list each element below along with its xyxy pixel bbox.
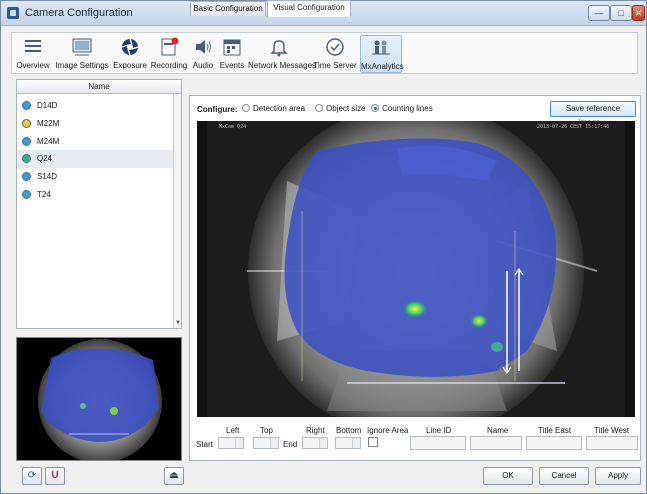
app-icon: [7, 7, 19, 19]
save-reference-image-button[interactable]: Save reference image...: [550, 101, 636, 127]
camera-list-item[interactable]: M24M: [17, 133, 181, 151]
toolbar-time-server[interactable]: Time Server: [312, 35, 358, 73]
camera-status-icon: [22, 172, 31, 181]
radio-button[interactable]: [315, 104, 323, 112]
scroll-down-icon[interactable]: ▼: [175, 320, 181, 326]
overview-icon: [25, 40, 41, 52]
camera-status-icon: [22, 190, 31, 199]
ok-button[interactable]: OK: [483, 467, 533, 485]
mxanalytics-icon: [372, 40, 390, 55]
camera-list-item[interactable]: T24: [17, 186, 181, 204]
toolbar-events[interactable]: Events: [217, 35, 247, 73]
audio-icon: [196, 40, 211, 54]
refresh-button[interactable]: ⟳: [22, 467, 42, 485]
maximize-button[interactable]: □: [610, 5, 632, 21]
toolbar-recording[interactable]: Recording: [150, 35, 188, 73]
start-top-spinner[interactable]: [253, 437, 279, 449]
toolbar-mxanalytics[interactable]: MxAnalytics: [360, 35, 404, 73]
camera-list-item[interactable]: S14D: [17, 168, 181, 186]
toolbar-exposure[interactable]: Exposure: [112, 35, 148, 73]
radio-detection-area[interactable]: Detection area: [242, 104, 305, 113]
ignore-area-checkbox[interactable]: [368, 437, 378, 447]
camera-status-icon: [22, 119, 31, 128]
radio-button-selected[interactable]: [371, 104, 379, 112]
toolbar-network-messages[interactable]: Network Messages: [248, 35, 316, 73]
camera-video-view[interactable]: MxCam Q24 2013-07-26 CEST 15:17:46: [197, 121, 635, 417]
cancel-button[interactable]: Cancel: [539, 467, 589, 485]
camera-list-item[interactable]: M22M: [17, 115, 181, 133]
toolbar: Overview Image Settings Exposure Recordi…: [11, 32, 638, 74]
eject-icon: ⏏: [169, 470, 179, 481]
refresh-icon: ⟳: [27, 470, 37, 481]
camera-list-header[interactable]: Name: [17, 80, 181, 94]
image-settings-icon: [72, 38, 92, 56]
apply-button[interactable]: Apply: [595, 467, 641, 485]
toolbar-audio[interactable]: Audio: [190, 35, 216, 73]
camera-configuration-window: Camera Configuration — □ ✕ Overview Imag…: [0, 0, 647, 494]
camera-list: Name D14D M22M M24M Q24 S14D T24 ▼: [16, 79, 182, 329]
radio-button[interactable]: [242, 104, 250, 112]
events-icon: [223, 39, 241, 56]
camera-status-icon: [22, 101, 31, 110]
start-left-spinner[interactable]: [218, 437, 244, 449]
name-field[interactable]: [470, 436, 522, 450]
camera-list-scrollbar[interactable]: ▼: [173, 94, 181, 328]
tab-visual-configuration[interactable]: Visual Configuration: [267, 0, 351, 17]
thumbnail-fisheye-image: [17, 338, 181, 460]
connect-button[interactable]: U: [45, 467, 65, 485]
end-bottom-spinner[interactable]: [335, 437, 361, 449]
window-title: Camera Configuration: [25, 7, 133, 19]
exposure-icon: [121, 38, 139, 56]
counting-line-fields: Left Top Right Bottom Ignore Area Line I…: [190, 422, 642, 462]
title-west-field[interactable]: [586, 436, 638, 450]
minimize-button[interactable]: —: [588, 5, 610, 21]
end-right-spinner[interactable]: [302, 437, 328, 449]
visual-configuration-panel: Configure: Detection area Object size Co…: [189, 95, 641, 461]
title-east-field[interactable]: [526, 436, 582, 450]
video-osd-camera-name: MxCam Q24: [219, 124, 247, 130]
radio-object-size[interactable]: Object size: [315, 104, 366, 113]
recording-icon: [161, 37, 179, 56]
camera-status-icon: [22, 154, 31, 163]
camera-status-icon: [22, 137, 31, 146]
camera-list-item-selected[interactable]: Q24: [17, 150, 181, 168]
network-messages-icon: [270, 40, 288, 57]
toolbar-overview[interactable]: Overview: [14, 35, 52, 73]
fisheye-heatmap-image: [197, 121, 635, 417]
camera-thumbnail: [16, 337, 182, 461]
time-server-icon: [326, 38, 344, 56]
radio-counting-lines[interactable]: Counting lines: [371, 104, 433, 113]
collapse-button[interactable]: ⏏: [164, 467, 184, 485]
camera-list-item[interactable]: D14D: [17, 97, 181, 115]
toolbar-image-settings[interactable]: Image Settings: [54, 35, 110, 73]
configure-label: Configure:: [197, 105, 238, 114]
close-button[interactable]: ✕: [632, 5, 645, 21]
magnet-icon: U: [51, 470, 59, 481]
video-osd-timestamp: 2013-07-26 CEST 15:17:46: [537, 124, 610, 130]
line-id-field[interactable]: [410, 436, 466, 450]
tab-basic-configuration[interactable]: Basic Configuration: [190, 1, 266, 16]
